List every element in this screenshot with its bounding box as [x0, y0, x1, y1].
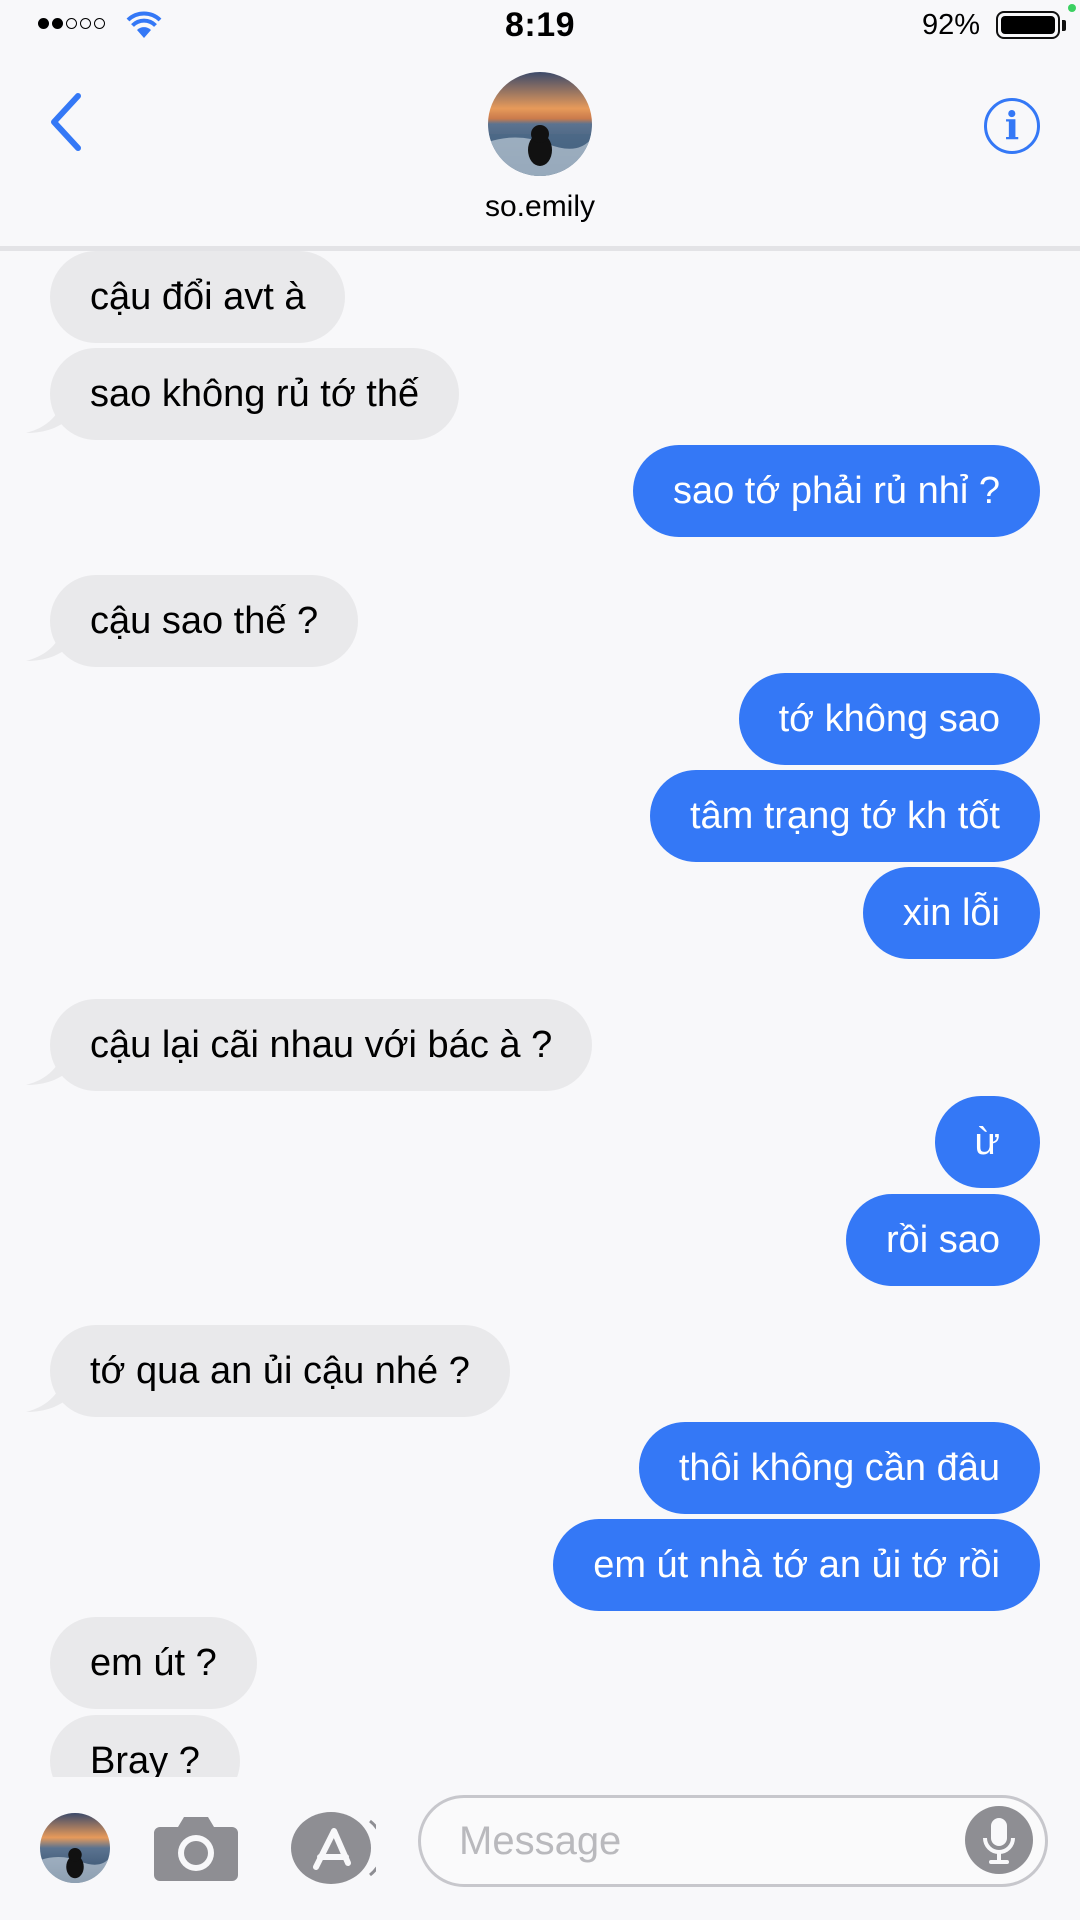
indicator-dot	[1068, 4, 1076, 12]
message-thread[interactable]: cậu đổi avt à sao không rủ tớ thế sao tớ…	[0, 251, 1080, 1777]
status-bar: 8:19 92%	[0, 0, 1080, 52]
info-icon[interactable]: i	[984, 98, 1040, 154]
conversation-header: so.emily i	[0, 52, 1080, 251]
message-bubble-outgoing[interactable]: rồi sao	[845, 1194, 1040, 1286]
battery-icon	[996, 11, 1060, 39]
message-bubble-incoming[interactable]: em út ?	[50, 1617, 257, 1709]
back-chevron-icon[interactable]	[48, 92, 84, 152]
message-bubble-outgoing[interactable]: tâm trạng tớ kh tốt	[649, 770, 1040, 862]
app-store-icon[interactable]	[290, 1811, 376, 1885]
message-bubble-incoming[interactable]: cậu đổi avt à	[50, 251, 346, 343]
message-bubble-outgoing[interactable]: tớ không sao	[738, 673, 1040, 765]
message-bubble-incoming[interactable]: cậu lại cãi nhau với bác à ?	[50, 999, 593, 1091]
message-placeholder: Message	[459, 1819, 622, 1863]
camera-icon[interactable]	[152, 1811, 240, 1883]
contact-name[interactable]: so.emily	[0, 190, 1080, 224]
message-bubble-outgoing[interactable]: ừ	[934, 1096, 1040, 1188]
message-bubble-outgoing[interactable]: xin lỗi	[862, 867, 1040, 959]
message-bubble-incoming[interactable]: cậu sao thế ?	[50, 575, 359, 667]
battery-tip	[1062, 20, 1066, 31]
message-input[interactable]: Message	[418, 1795, 1048, 1887]
battery-percentage: 92%	[921, 9, 980, 41]
message-bubble-outgoing[interactable]: thôi không cần đâu	[638, 1422, 1040, 1514]
message-bubble-incoming[interactable]: tớ qua an ủi cậu nhé ?	[50, 1325, 510, 1417]
message-bubble-outgoing[interactable]: sao tớ phải rủ nhỉ ?	[632, 445, 1040, 537]
message-bubble-incoming[interactable]: sao không rủ tớ thế	[50, 348, 460, 440]
message-bubble-incoming[interactable]: Bray ?	[50, 1715, 240, 1777]
contact-avatar[interactable]	[488, 72, 592, 176]
memoji-avatar-button[interactable]	[40, 1813, 110, 1883]
message-bubble-outgoing[interactable]: em út nhà tớ an ủi tớ rồi	[553, 1519, 1040, 1611]
microphone-icon[interactable]	[965, 1806, 1033, 1874]
composer-bar: Message	[0, 1777, 1080, 1920]
status-time: 8:19	[504, 6, 576, 44]
